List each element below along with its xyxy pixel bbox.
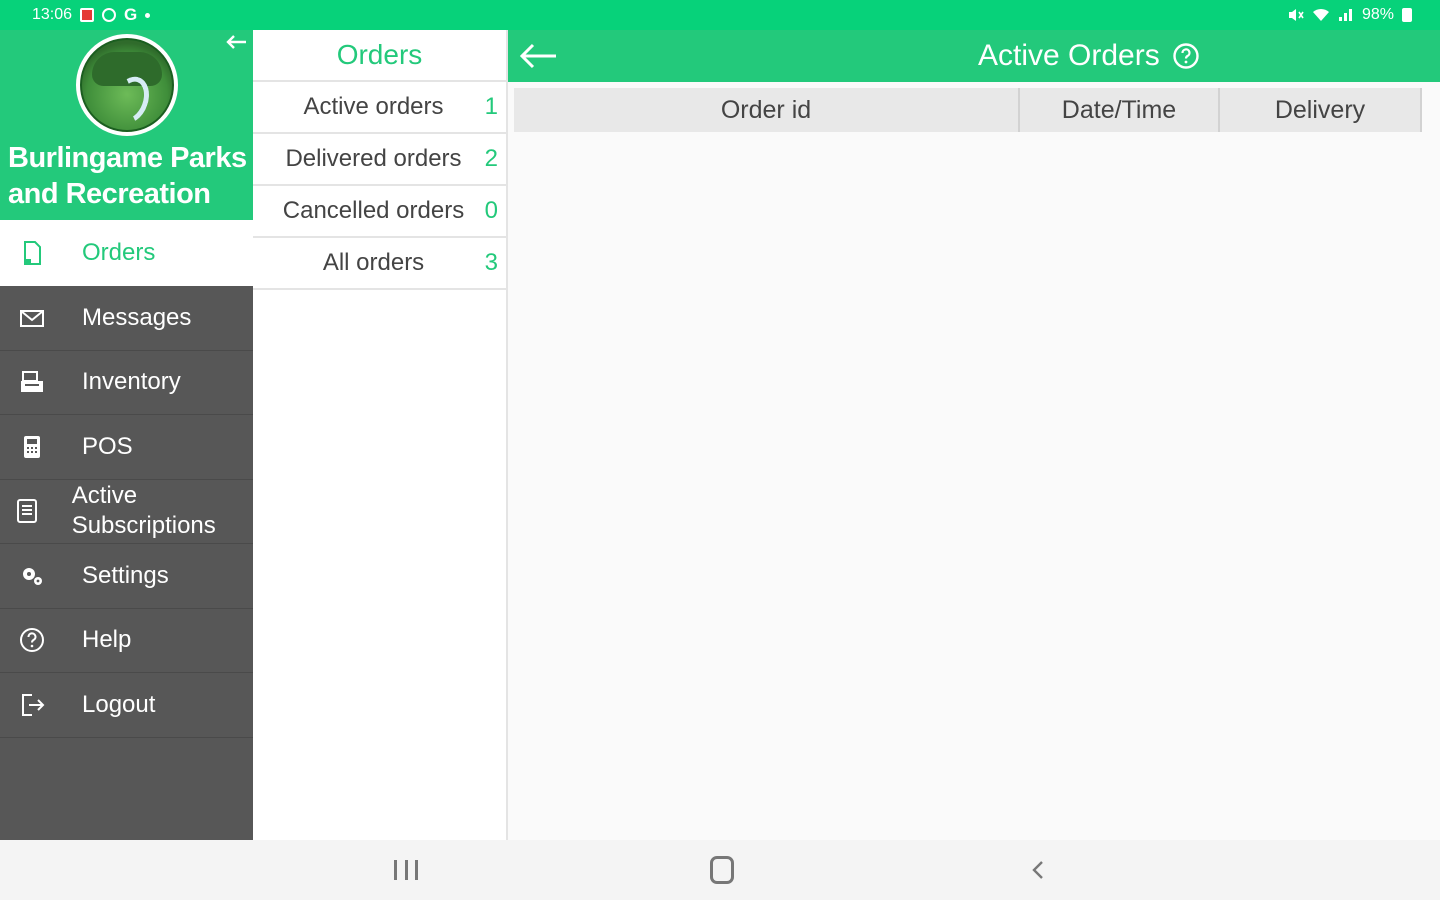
filter-label: Delivered orders (285, 145, 462, 172)
brand-name: Burlingame Parks and Recreation (8, 142, 247, 210)
recent-apps-icon[interactable] (394, 856, 418, 884)
help-icon (0, 626, 82, 654)
park-logo (76, 34, 178, 136)
home-icon[interactable] (710, 856, 734, 884)
system-back-icon[interactable] (1028, 856, 1048, 884)
battery-icon (1402, 8, 1412, 22)
column-delivery[interactable]: Delivery (1220, 88, 1422, 132)
filter-label: All orders (322, 249, 425, 276)
filter-delivered-orders[interactable]: Delivered orders 2 (253, 134, 506, 186)
orders-filter-panel: Orders Active orders 1 Delivered orders … (253, 30, 508, 840)
brand-header: Burlingame Parks and Recreation (0, 30, 253, 220)
battery-level: 98% (1361, 6, 1394, 23)
sidebar-item-label: Orders (82, 239, 156, 266)
mute-icon (1288, 9, 1304, 21)
sidebar-item-label: Settings (82, 561, 169, 589)
wifi-icon (1312, 8, 1329, 21)
orders-table-header: Order id Date/Time Delivery (514, 88, 1422, 132)
sidebar-item-label: POS (82, 432, 133, 460)
sidebar-item-label: Active Subscriptions (71, 482, 216, 540)
sidebar-item-orders[interactable]: Orders (0, 220, 253, 286)
filter-active-orders[interactable]: Active orders 1 (253, 82, 506, 134)
page-title: Active Orders (978, 39, 1160, 72)
filter-count: 3 (484, 249, 498, 276)
subscriptions-icon (0, 497, 72, 525)
filter-count: 2 (484, 145, 498, 172)
orders-icon (0, 239, 82, 267)
sidebar-item-pos[interactable]: POS (0, 415, 253, 480)
system-nav-bar (0, 840, 1440, 900)
main-header: Active Orders (508, 30, 1440, 82)
sidebar-item-label: Logout (82, 690, 156, 718)
filter-all-orders[interactable]: All orders 3 (253, 238, 506, 290)
status-time: 13:06 (32, 6, 73, 23)
sidebar-item-help[interactable]: Help (0, 609, 253, 673)
envelope-icon (0, 304, 82, 332)
google-icon: G (124, 5, 138, 24)
filter-label: Cancelled orders (282, 197, 465, 224)
inventory-icon (0, 368, 82, 396)
sidebar-item-active-subscriptions[interactable]: Active Subscriptions (0, 480, 253, 544)
sidebar-item-label: Messages (82, 303, 192, 331)
gear-icon (0, 562, 82, 590)
filter-label: Active orders (303, 93, 444, 120)
orders-table-body (514, 132, 1440, 840)
column-order-id[interactable]: Order id (514, 88, 1020, 132)
filter-count: 1 (484, 93, 498, 120)
dot-icon (145, 12, 151, 18)
sidebar-item-inventory[interactable]: Inventory (0, 351, 253, 415)
help-circle-icon[interactable] (1172, 42, 1200, 70)
orders-panel-title: Orders (253, 30, 506, 82)
filter-cancelled-orders[interactable]: Cancelled orders 0 (253, 186, 506, 238)
signal-icon (1338, 9, 1352, 21)
sidebar-item-messages[interactable]: Messages (0, 286, 253, 351)
register-icon (0, 433, 82, 461)
sidebar-item-label: Inventory (82, 368, 181, 396)
filter-count: 0 (484, 197, 498, 224)
sidebar: Burlingame Parks and Recreation Orders M… (0, 30, 253, 840)
logout-icon (0, 691, 82, 719)
notification-icon (80, 8, 95, 22)
collapse-sidebar-icon[interactable] (222, 32, 250, 56)
sidebar-item-label: Help (82, 626, 132, 654)
sidebar-item-settings[interactable]: Settings (0, 544, 253, 609)
sidebar-item-logout[interactable]: Logout (0, 673, 253, 738)
status-bar: 13:06 G 98% (0, 0, 1440, 30)
column-date-time[interactable]: Date/Time (1020, 88, 1220, 132)
back-arrow-icon[interactable] (516, 38, 560, 74)
sync-icon (102, 8, 117, 22)
